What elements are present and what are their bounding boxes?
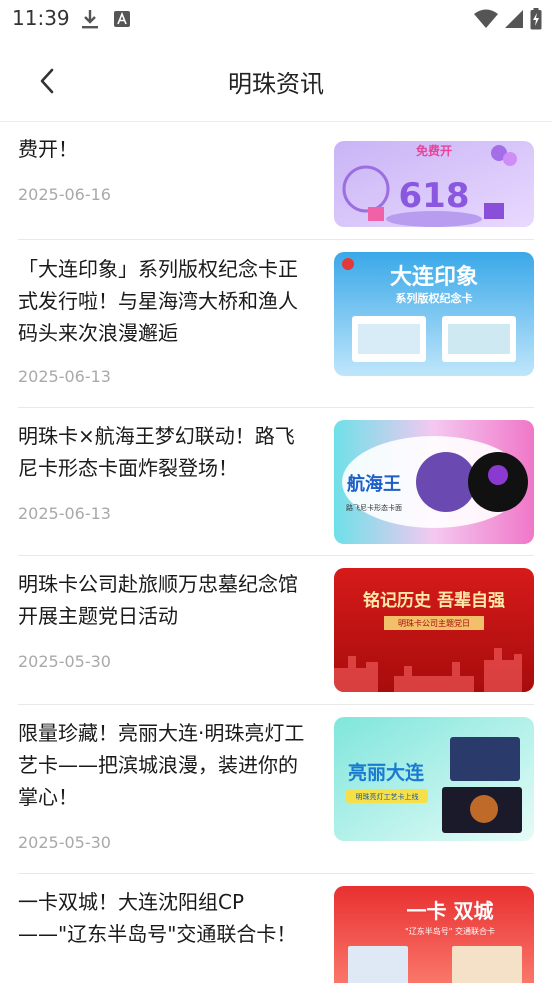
list-item[interactable]: 限量珍藏！亮丽大连·明珠亮灯工艺卡——把滨城浪漫，装进你的掌心！ 2025-05… (18, 705, 534, 873)
list-item[interactable]: 明珠卡公司赴旅顺万忠墓纪念馆开展主题党日活动 2025-05-30 铭记历史 吾… (18, 556, 534, 704)
svg-text:亮丽大连: 亮丽大连 (348, 761, 425, 784)
list-item[interactable]: 一卡双城！大连沈阳组CP——"辽东半岛号"交通联合卡！ 一卡 双城 "辽东半岛号… (18, 874, 534, 983)
status-time: 11:39 (12, 6, 70, 30)
article-title: 一卡双城！大连沈阳组CP——"辽东半岛号"交通联合卡！ (18, 890, 297, 946)
article-title: 限量珍藏！亮丽大连·明珠亮灯工艺卡——把滨城浪漫，装进你的掌心！ (18, 721, 305, 809)
news-list[interactable]: 费开！ 2025-06-16 免费开 618 「大连印象」系列版权纪念卡正式发行… (0, 123, 552, 983)
article-thumbnail: 航海王 路飞尼卡形态卡面 (334, 420, 534, 544)
svg-text:"辽东半岛号" 交通联合卡: "辽东半岛号" 交通联合卡 (405, 926, 495, 936)
article-title: 「大连印象」系列版权纪念卡正式发行啦！与星海湾大桥和渔人码头来次浪漫邂逅 (18, 257, 298, 345)
svg-text:路飞尼卡形态卡面: 路飞尼卡形态卡面 (346, 503, 402, 512)
article-title: 明珠卡公司赴旅顺万忠墓纪念馆开展主题党日活动 (18, 572, 298, 628)
article-date: 2025-06-16 (18, 185, 111, 204)
wifi-icon (474, 9, 498, 33)
svg-text:航海王: 航海王 (347, 473, 401, 495)
svg-text:铭记历史 吾辈自强: 铭记历史 吾辈自强 (363, 590, 505, 611)
list-item[interactable]: 明珠卡×航海王梦幻联动！路飞尼卡形态卡面炸裂登场！ 2025-06-13 航海王… (18, 408, 534, 556)
page-title: 明珠资讯 (228, 70, 324, 98)
list-item[interactable]: 「大连印象」系列版权纪念卡正式发行啦！与星海湾大桥和渔人码头来次浪漫邂逅 202… (18, 240, 534, 408)
svg-text:免费开: 免费开 (416, 143, 452, 158)
svg-text:明珠卡公司主题党日: 明珠卡公司主题党日 (398, 618, 470, 628)
svg-text:明珠亮灯工艺卡上线: 明珠亮灯工艺卡上线 (356, 792, 419, 801)
list-item[interactable]: 费开！ 2025-06-16 免费开 618 (18, 133, 534, 239)
article-thumbnail: 铭记历史 吾辈自强 明珠卡公司主题党日 (334, 568, 534, 692)
article-date: 2025-05-30 (18, 652, 111, 671)
article-thumbnail: 免费开 618 (334, 141, 534, 227)
app-header: 明珠资讯 (0, 38, 552, 122)
svg-text:系列版权纪念卡: 系列版权纪念卡 (396, 291, 473, 305)
download-icon (80, 8, 100, 34)
article-title: 费开！ (18, 137, 78, 161)
article-date: 2025-06-13 (18, 367, 111, 386)
status-bar: 11:39 (0, 0, 552, 38)
svg-text:大连印象: 大连印象 (390, 264, 478, 290)
signal-icon (504, 9, 524, 33)
article-date: 2025-06-13 (18, 504, 111, 523)
article-title: 明珠卡×航海王梦幻联动！路飞尼卡形态卡面炸裂登场！ (18, 424, 295, 480)
text-notification-icon (112, 8, 132, 34)
svg-text:一卡 双城: 一卡 双城 (407, 899, 494, 923)
article-thumbnail: 一卡 双城 "辽东半岛号" 交通联合卡 (334, 886, 534, 983)
article-date: 2025-05-30 (18, 833, 111, 852)
article-thumbnail: 大连印象 系列版权纪念卡 (334, 252, 534, 376)
svg-text:618: 618 (399, 176, 470, 216)
battery-icon (530, 8, 542, 34)
article-thumbnail: 亮丽大连 明珠亮灯工艺卡上线 (334, 717, 534, 841)
